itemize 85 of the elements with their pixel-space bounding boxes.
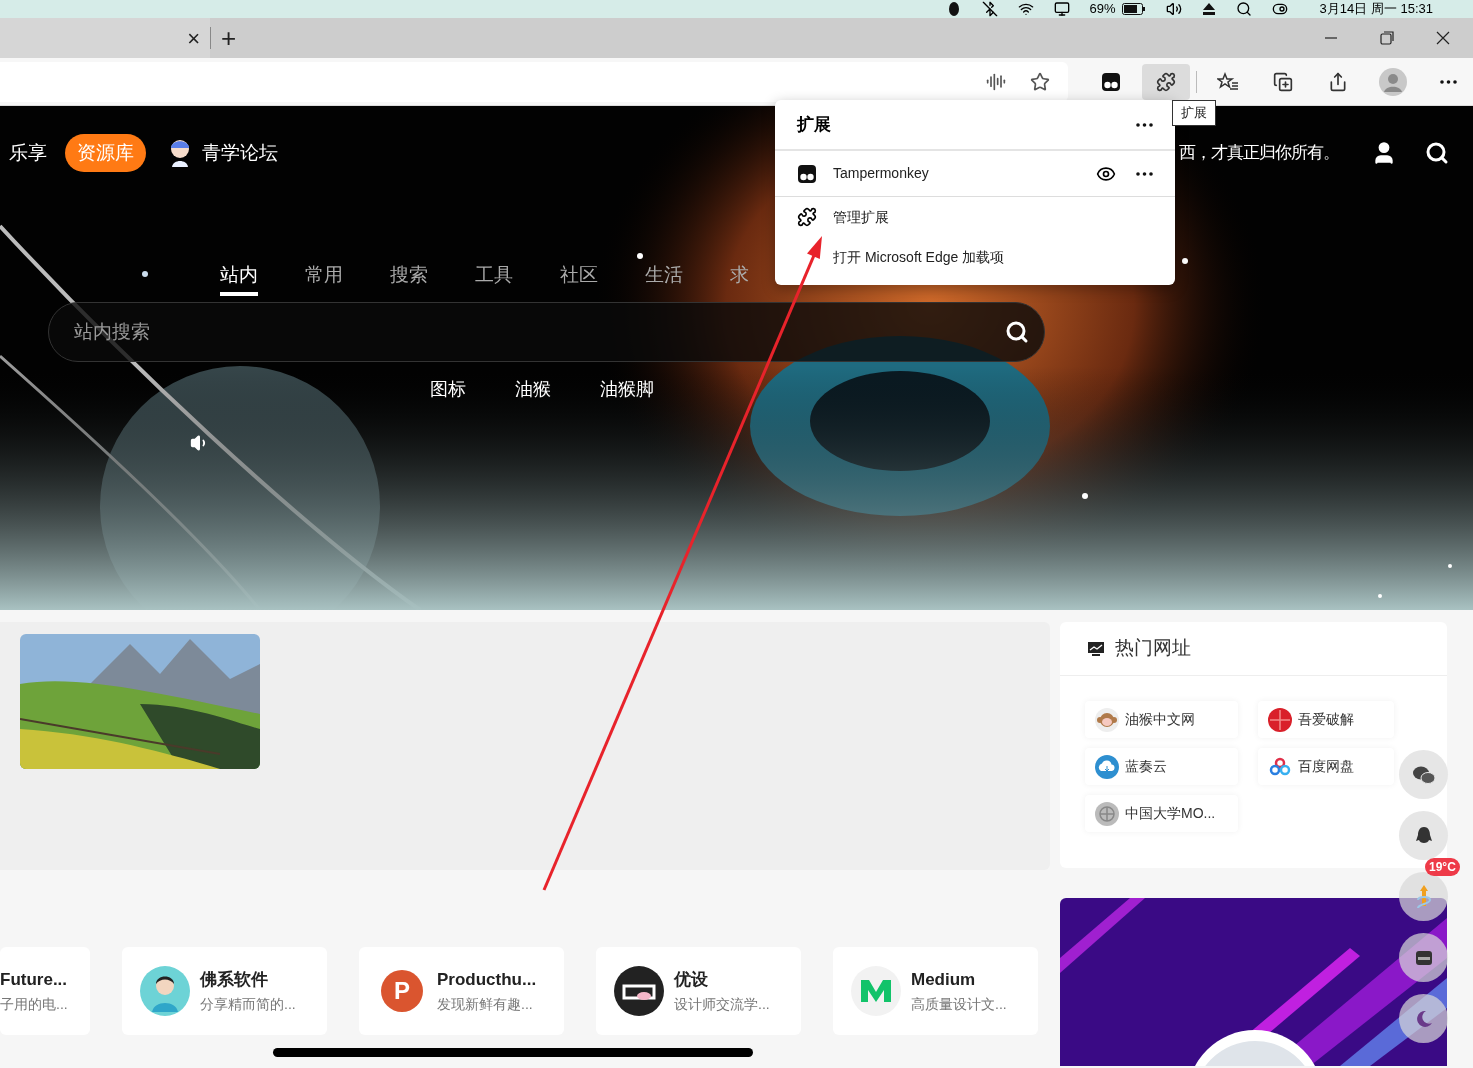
card-title: Medium xyxy=(911,968,977,991)
close-tab-button[interactable]: × xyxy=(187,21,200,55)
search-tab[interactable]: 工具 xyxy=(475,250,513,296)
battery-level: 69% xyxy=(1089,0,1116,19)
card-subtitle: 设计师交流学... xyxy=(674,995,770,1015)
search-icon[interactable] xyxy=(1005,320,1029,344)
search-tab[interactable]: 求 xyxy=(730,250,749,296)
quick-link[interactable]: 图标 xyxy=(430,376,466,403)
browser-tab[interactable]: × xyxy=(0,18,210,58)
site-card[interactable]: Medium 高质量设计文... xyxy=(833,947,1038,1035)
extension-name: Tampermonkey xyxy=(833,164,929,183)
clock: 3月14日 周一 15:31 xyxy=(1319,0,1433,19)
calendar-icon xyxy=(1414,949,1433,966)
panel-title: 热门网址 xyxy=(1115,636,1191,661)
extension-item[interactable]: Tampermonkey xyxy=(775,151,1175,197)
search-field[interactable]: 站内搜索 xyxy=(48,302,1045,362)
search-icon[interactable] xyxy=(1235,1,1252,17)
control-center-icon[interactable] xyxy=(1271,1,1288,17)
card-subtitle: 分享精而简的... xyxy=(200,995,296,1015)
site-card[interactable]: P Producthu... 发现新鲜有趣... xyxy=(359,947,564,1035)
avatar-icon xyxy=(168,139,192,167)
site-card[interactable]: 优设 设计师交流学... xyxy=(596,947,801,1035)
nav-link[interactable]: 乐享 xyxy=(9,138,47,168)
search-tab[interactable]: 生活 xyxy=(645,250,683,296)
card-title: 佛系软件 xyxy=(200,968,269,991)
wifi-icon xyxy=(1017,1,1034,17)
puzzle-icon xyxy=(797,207,817,227)
toolbar-button[interactable] xyxy=(1142,63,1190,100)
temperature-badge: 19°C xyxy=(1425,858,1460,876)
eject-icon xyxy=(1201,2,1216,16)
search-tab[interactable]: 常用 xyxy=(305,250,343,296)
search-icon[interactable] xyxy=(1425,141,1449,165)
new-tab-button[interactable]: + xyxy=(221,25,237,51)
avatar-icon xyxy=(1379,67,1407,96)
search-tab[interactable]: 站内 xyxy=(220,250,258,296)
site-link[interactable]: 百度网盘 xyxy=(1258,748,1394,785)
card-subtitle: 发现新鲜有趣... xyxy=(437,995,534,1015)
more-icon xyxy=(1439,79,1457,84)
tooltip: 扩展 xyxy=(1172,100,1216,126)
card-title: 优设 xyxy=(674,968,709,991)
read-aloud-icon[interactable] xyxy=(986,71,1006,92)
site-card[interactable]: Future... 子用的电... xyxy=(0,947,90,1035)
chat-bubbles-icon xyxy=(1411,764,1436,785)
card-title: Future... xyxy=(0,968,68,991)
more-icon[interactable] xyxy=(1136,171,1153,176)
slogan-text: 西，才真正归你所有。 xyxy=(1179,142,1339,165)
restore-icon[interactable] xyxy=(1379,30,1395,46)
quick-link[interactable]: 油猴脚 xyxy=(600,376,654,403)
site-link[interactable]: 蓝奏云 xyxy=(1085,748,1238,785)
card-subtitle: 高质量设计文... xyxy=(911,995,1007,1015)
chart-monitor-icon xyxy=(1087,640,1105,657)
card-subtitle: 子用的电... xyxy=(0,995,68,1015)
search-tab[interactable]: 搜索 xyxy=(390,250,428,296)
quick-link[interactable]: 油猴 xyxy=(515,376,551,403)
battery-icon xyxy=(1121,3,1146,15)
site-card[interactable]: 佛系软件 分享精而简的... xyxy=(122,947,327,1035)
volume-icon xyxy=(1165,1,1182,17)
menu-item[interactable]: 打开 Microsoft Edge 加载项 xyxy=(775,237,1175,277)
share-icon xyxy=(1328,71,1348,92)
logo-icon xyxy=(614,966,664,1016)
more-icon[interactable] xyxy=(1136,122,1153,127)
person-figure-icon xyxy=(140,966,190,1016)
bluetooth-off-icon xyxy=(981,1,998,17)
search-tab[interactable]: 社区 xyxy=(560,250,598,296)
nav-link[interactable]: 青学论坛 xyxy=(202,138,278,168)
menu-item[interactable]: 管理扩展 xyxy=(775,197,1175,237)
cloud-download-icon xyxy=(1095,754,1119,779)
tampermonkey-icon xyxy=(797,163,817,184)
logo-icon xyxy=(851,966,901,1016)
logo: P xyxy=(381,970,423,1012)
monitor-icon xyxy=(1053,1,1070,17)
globe-icon xyxy=(1095,801,1119,826)
site-link[interactable]: 油猴中文网 xyxy=(1085,701,1238,738)
star-icon[interactable] xyxy=(1030,71,1050,92)
collections-icon xyxy=(1273,71,1293,92)
address-field[interactable] xyxy=(0,61,1068,102)
tampermonkey-icon xyxy=(1101,71,1121,92)
site-link[interactable]: 吾爱破解 xyxy=(1258,701,1394,738)
menu-title: 扩展 xyxy=(797,113,831,136)
card-title: Producthu... xyxy=(437,968,537,991)
puzzle-icon xyxy=(1156,71,1176,92)
close-icon[interactable] xyxy=(1435,30,1451,46)
monkey-icon xyxy=(1095,707,1119,732)
favorites-icon xyxy=(1217,71,1239,92)
site-link[interactable]: 中国大学MO... xyxy=(1085,795,1238,832)
